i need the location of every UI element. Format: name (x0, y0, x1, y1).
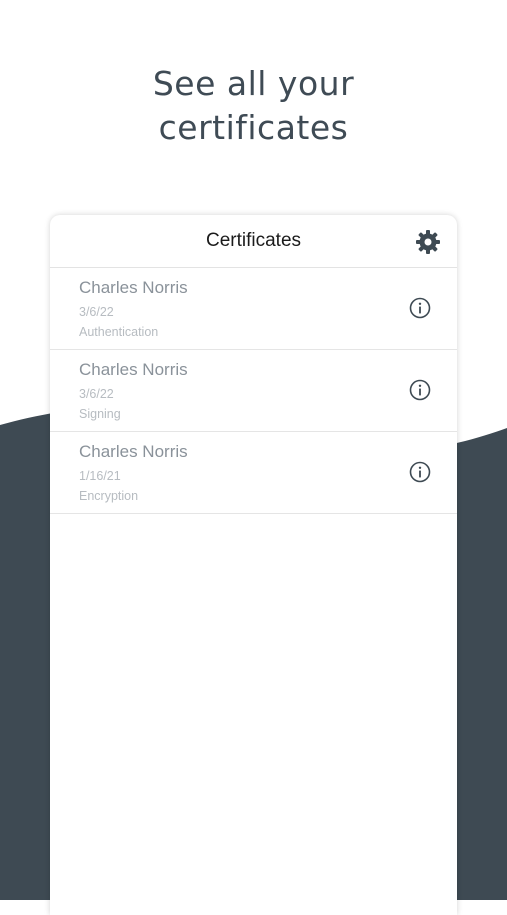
certificate-row[interactable]: Charles Norris 3/6/22 Authentication (50, 268, 457, 350)
info-button[interactable] (409, 297, 431, 319)
card-header: Certificates (50, 215, 457, 268)
headline-line-1: See all your (152, 64, 355, 103)
info-button[interactable] (409, 379, 431, 401)
certificate-type: Signing (79, 407, 121, 421)
certificate-date: 3/6/22 (79, 305, 114, 319)
certificate-row[interactable]: Charles Norris 1/16/21 Encryption (50, 432, 457, 514)
certificate-row[interactable]: Charles Norris 3/6/22 Signing (50, 350, 457, 432)
certificate-type: Encryption (79, 489, 139, 503)
info-button[interactable] (409, 461, 431, 483)
certificate-type: Authentication (79, 325, 159, 339)
info-icon (409, 297, 431, 319)
certificate-date: 3/6/22 (79, 387, 114, 401)
certificate-name: Charles Norris (79, 360, 188, 379)
certificate-name: Charles Norris (79, 278, 188, 297)
page-headline: See all your certificates (0, 62, 507, 150)
certificate-date: 1/16/21 (79, 469, 121, 483)
gear-icon (416, 230, 440, 254)
settings-button[interactable] (415, 229, 441, 255)
card-title: Certificates (205, 230, 302, 251)
info-icon (409, 461, 431, 483)
headline-line-2: certificates (158, 108, 349, 147)
certificates-card: Certificates Charles Norris 3/6/22 Authe… (50, 215, 457, 915)
certificate-name: Charles Norris (79, 442, 188, 461)
info-icon (409, 379, 431, 401)
